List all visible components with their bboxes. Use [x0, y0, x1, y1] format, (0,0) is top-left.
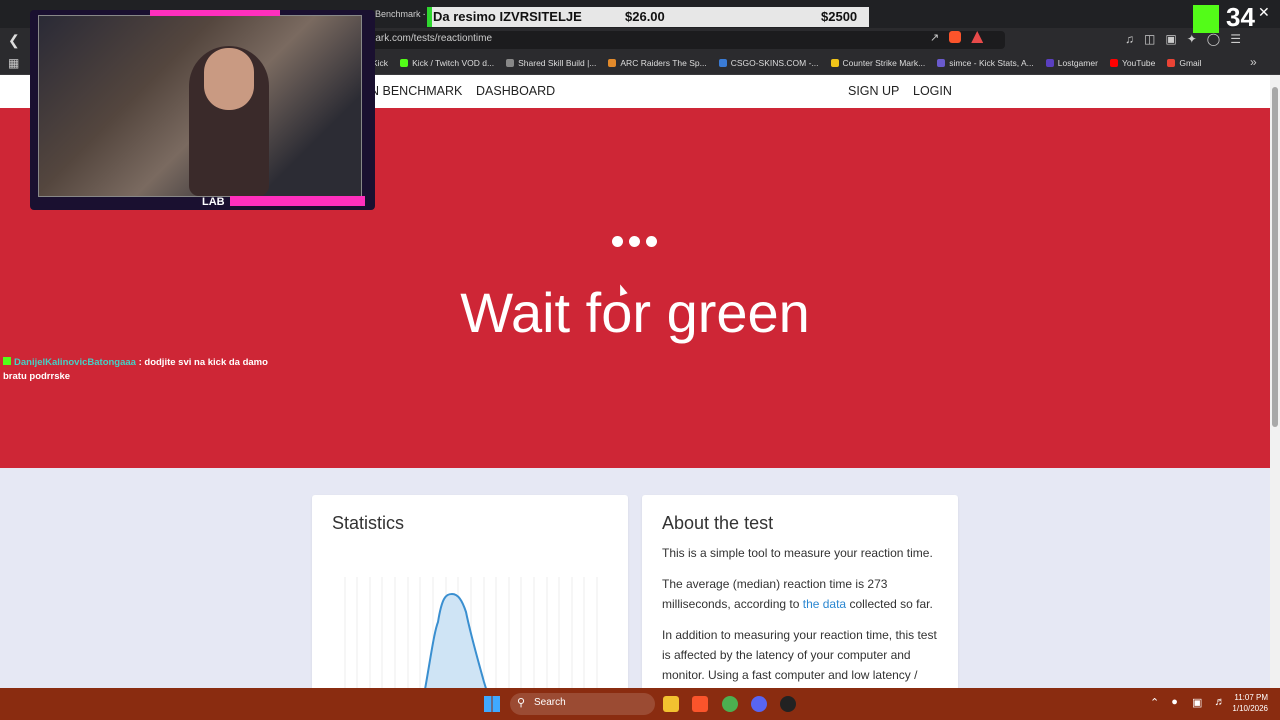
file-explorer-icon[interactable] — [663, 696, 679, 712]
viewer-count: 34 — [1226, 2, 1255, 32]
back-icon[interactable]: ❮ — [8, 32, 20, 49]
search-icon: ⚲ — [517, 697, 526, 709]
microphone-icon[interactable]: ● — [1171, 696, 1178, 709]
apps-grid-icon[interactable]: ▦ — [8, 56, 19, 70]
sidebar-icon[interactable]: ◫ — [1144, 32, 1155, 46]
vpn-icon[interactable]: ◯ — [1207, 32, 1220, 46]
address-bar-icons: ↗ — [930, 31, 984, 44]
about-paragraph-3: In addition to measuring your reaction t… — [662, 628, 937, 682]
main-content: Statistics About the test This is a simp… — [0, 468, 1270, 695]
webcam-feed — [38, 15, 362, 197]
stream-goal-banner: Da resimo IZVRSITELJE $26.00 $2500 — [427, 7, 869, 27]
kick-badge-icon — [3, 357, 11, 365]
distribution-curve — [422, 592, 490, 695]
scroll-thumb[interactable] — [1272, 87, 1278, 427]
about-card: About the test This is a simple tool to … — [642, 495, 958, 695]
statistics-card: Statistics — [312, 495, 628, 695]
bookmark-favicon-icon — [1167, 59, 1176, 67]
browser-right-toolbar: ♫ ◫ ▣ ✦ ◯ ☰ — [1125, 32, 1241, 46]
data-link[interactable]: the data — [803, 597, 846, 611]
nav-dashboard[interactable]: DASHBOARD — [476, 84, 555, 98]
windows-start-icon[interactable] — [484, 696, 500, 712]
menu-icon[interactable]: ☰ — [1230, 32, 1241, 46]
reaction-distribution-chart — [344, 577, 598, 695]
wallet-icon[interactable]: ▣ — [1165, 32, 1176, 46]
brave-browser-icon[interactable] — [692, 696, 708, 712]
goal-current: $26.00 — [625, 9, 665, 24]
media-icon[interactable]: ♫ — [1125, 32, 1134, 46]
system-tray-status: ▣ ♬ — [1192, 696, 1225, 709]
clock-date: 1/10/2026 — [1232, 704, 1268, 713]
bookmark-item[interactable]: Shared Skill Build |... — [506, 58, 596, 68]
bookmark-label: Shared Skill Build |... — [518, 58, 597, 68]
page-scrollbar[interactable] — [1270, 75, 1280, 688]
clock-time: 11:07 PM — [1234, 693, 1268, 702]
about-paragraph-1: This is a simple tool to measure your re… — [662, 546, 933, 560]
brave-rewards-icon[interactable] — [971, 31, 984, 43]
bookmark-label: YouTube — [1121, 58, 1156, 68]
bookmark-item[interactable]: Lostgamer — [1045, 58, 1098, 68]
windows-taskbar: ⚲ Search ⌃ ● ▣ ♬ 11:07 PM 1/10/2026 — [0, 688, 1280, 720]
nav-human-benchmark[interactable]: N BENCHMARK — [370, 84, 462, 98]
network-icon[interactable]: ▣ — [1192, 696, 1202, 709]
bookmark-label: CSGO-SKINS.COM -... — [730, 58, 819, 68]
nav-signup[interactable]: SIGN UP — [848, 84, 899, 98]
bookmark-favicon-icon — [400, 59, 409, 67]
bookmark-favicon-icon — [1109, 59, 1118, 67]
streamer-face — [204, 48, 254, 110]
leo-icon[interactable]: ✦ — [1187, 32, 1197, 46]
chat-message: DanijelKalinovicBatongaaa : dodjite svi … — [3, 356, 293, 384]
bookmark-label: simce - Kick Stats, A... — [949, 58, 1034, 68]
bookmark-item[interactable]: YouTube — [1109, 58, 1156, 68]
more-bookmarks-icon[interactable]: » — [1250, 55, 1257, 69]
chat-username: DanijelKalinovicBatongaaa — [14, 357, 136, 368]
goal-target: $2500 — [821, 9, 858, 24]
share-icon[interactable]: ↗ — [930, 31, 939, 44]
bookmark-label: Lostgamer — [1057, 58, 1098, 68]
discord-icon[interactable] — [751, 696, 767, 712]
taskbar-search-label: Search — [534, 697, 566, 708]
taskbar-search[interactable]: ⚲ Search — [510, 693, 655, 715]
bookmark-item[interactable]: Gmail — [1167, 58, 1202, 68]
nav-login[interactable]: LOGIN — [913, 84, 952, 98]
bookmark-favicon-icon — [608, 59, 617, 67]
bookmark-favicon-icon — [1045, 59, 1054, 67]
taskbar-clock[interactable]: 11:07 PM 1/10/2026 — [1222, 692, 1268, 714]
brave-shields-icon[interactable] — [949, 31, 962, 43]
bookmark-label: Counter Strike Mark... — [842, 58, 926, 68]
ellipsis-icon — [612, 236, 657, 247]
bookmark-item[interactable]: CSGO-SKINS.COM -... — [718, 58, 819, 68]
kick-logo-icon — [1193, 5, 1219, 33]
bookmark-favicon-icon — [506, 59, 515, 67]
bookmark-label: Kick / Twitch VOD d... — [412, 58, 495, 68]
bookmark-favicon-icon — [718, 59, 727, 67]
bookmark-item[interactable]: ARC Raiders The Sp... — [608, 58, 707, 68]
webcam-overlay — [30, 10, 375, 210]
bookmark-list: Kick Kick / Twitch VOD d... Shared Skill B… — [360, 52, 1202, 74]
obs-icon[interactable] — [780, 696, 796, 712]
chrome-icon[interactable] — [722, 696, 738, 712]
bookmark-item[interactable]: simce - Kick Stats, A... — [937, 58, 1034, 68]
bookmark-item[interactable]: Counter Strike Mark... — [830, 58, 926, 68]
goal-text: Da resimo IZVRSITELJE — [433, 9, 582, 24]
chevron-up-icon[interactable]: ⌃ — [1150, 696, 1159, 709]
bookmark-favicon-icon — [830, 59, 839, 67]
url-text: mark.com/tests/reactiontime — [367, 33, 493, 44]
system-tray: ⌃ ● — [1150, 696, 1178, 709]
bookmark-label: Gmail — [1179, 58, 1202, 68]
test-instruction: Wait for green — [460, 281, 810, 344]
close-icon[interactable]: ✕ — [1258, 4, 1270, 21]
about-paragraph-2: The average (median) reaction time is 27… — [662, 577, 933, 611]
about-title: About the test — [662, 513, 774, 533]
lab-label: LAB — [202, 196, 225, 208]
bookmark-favicon-icon — [937, 59, 946, 67]
bookmark-item[interactable]: Kick / Twitch VOD d... — [400, 58, 494, 68]
bookmark-label: ARC Raiders The Sp... — [620, 58, 707, 68]
address-bar[interactable]: mark.com/tests/reactiontime — [355, 31, 1005, 49]
